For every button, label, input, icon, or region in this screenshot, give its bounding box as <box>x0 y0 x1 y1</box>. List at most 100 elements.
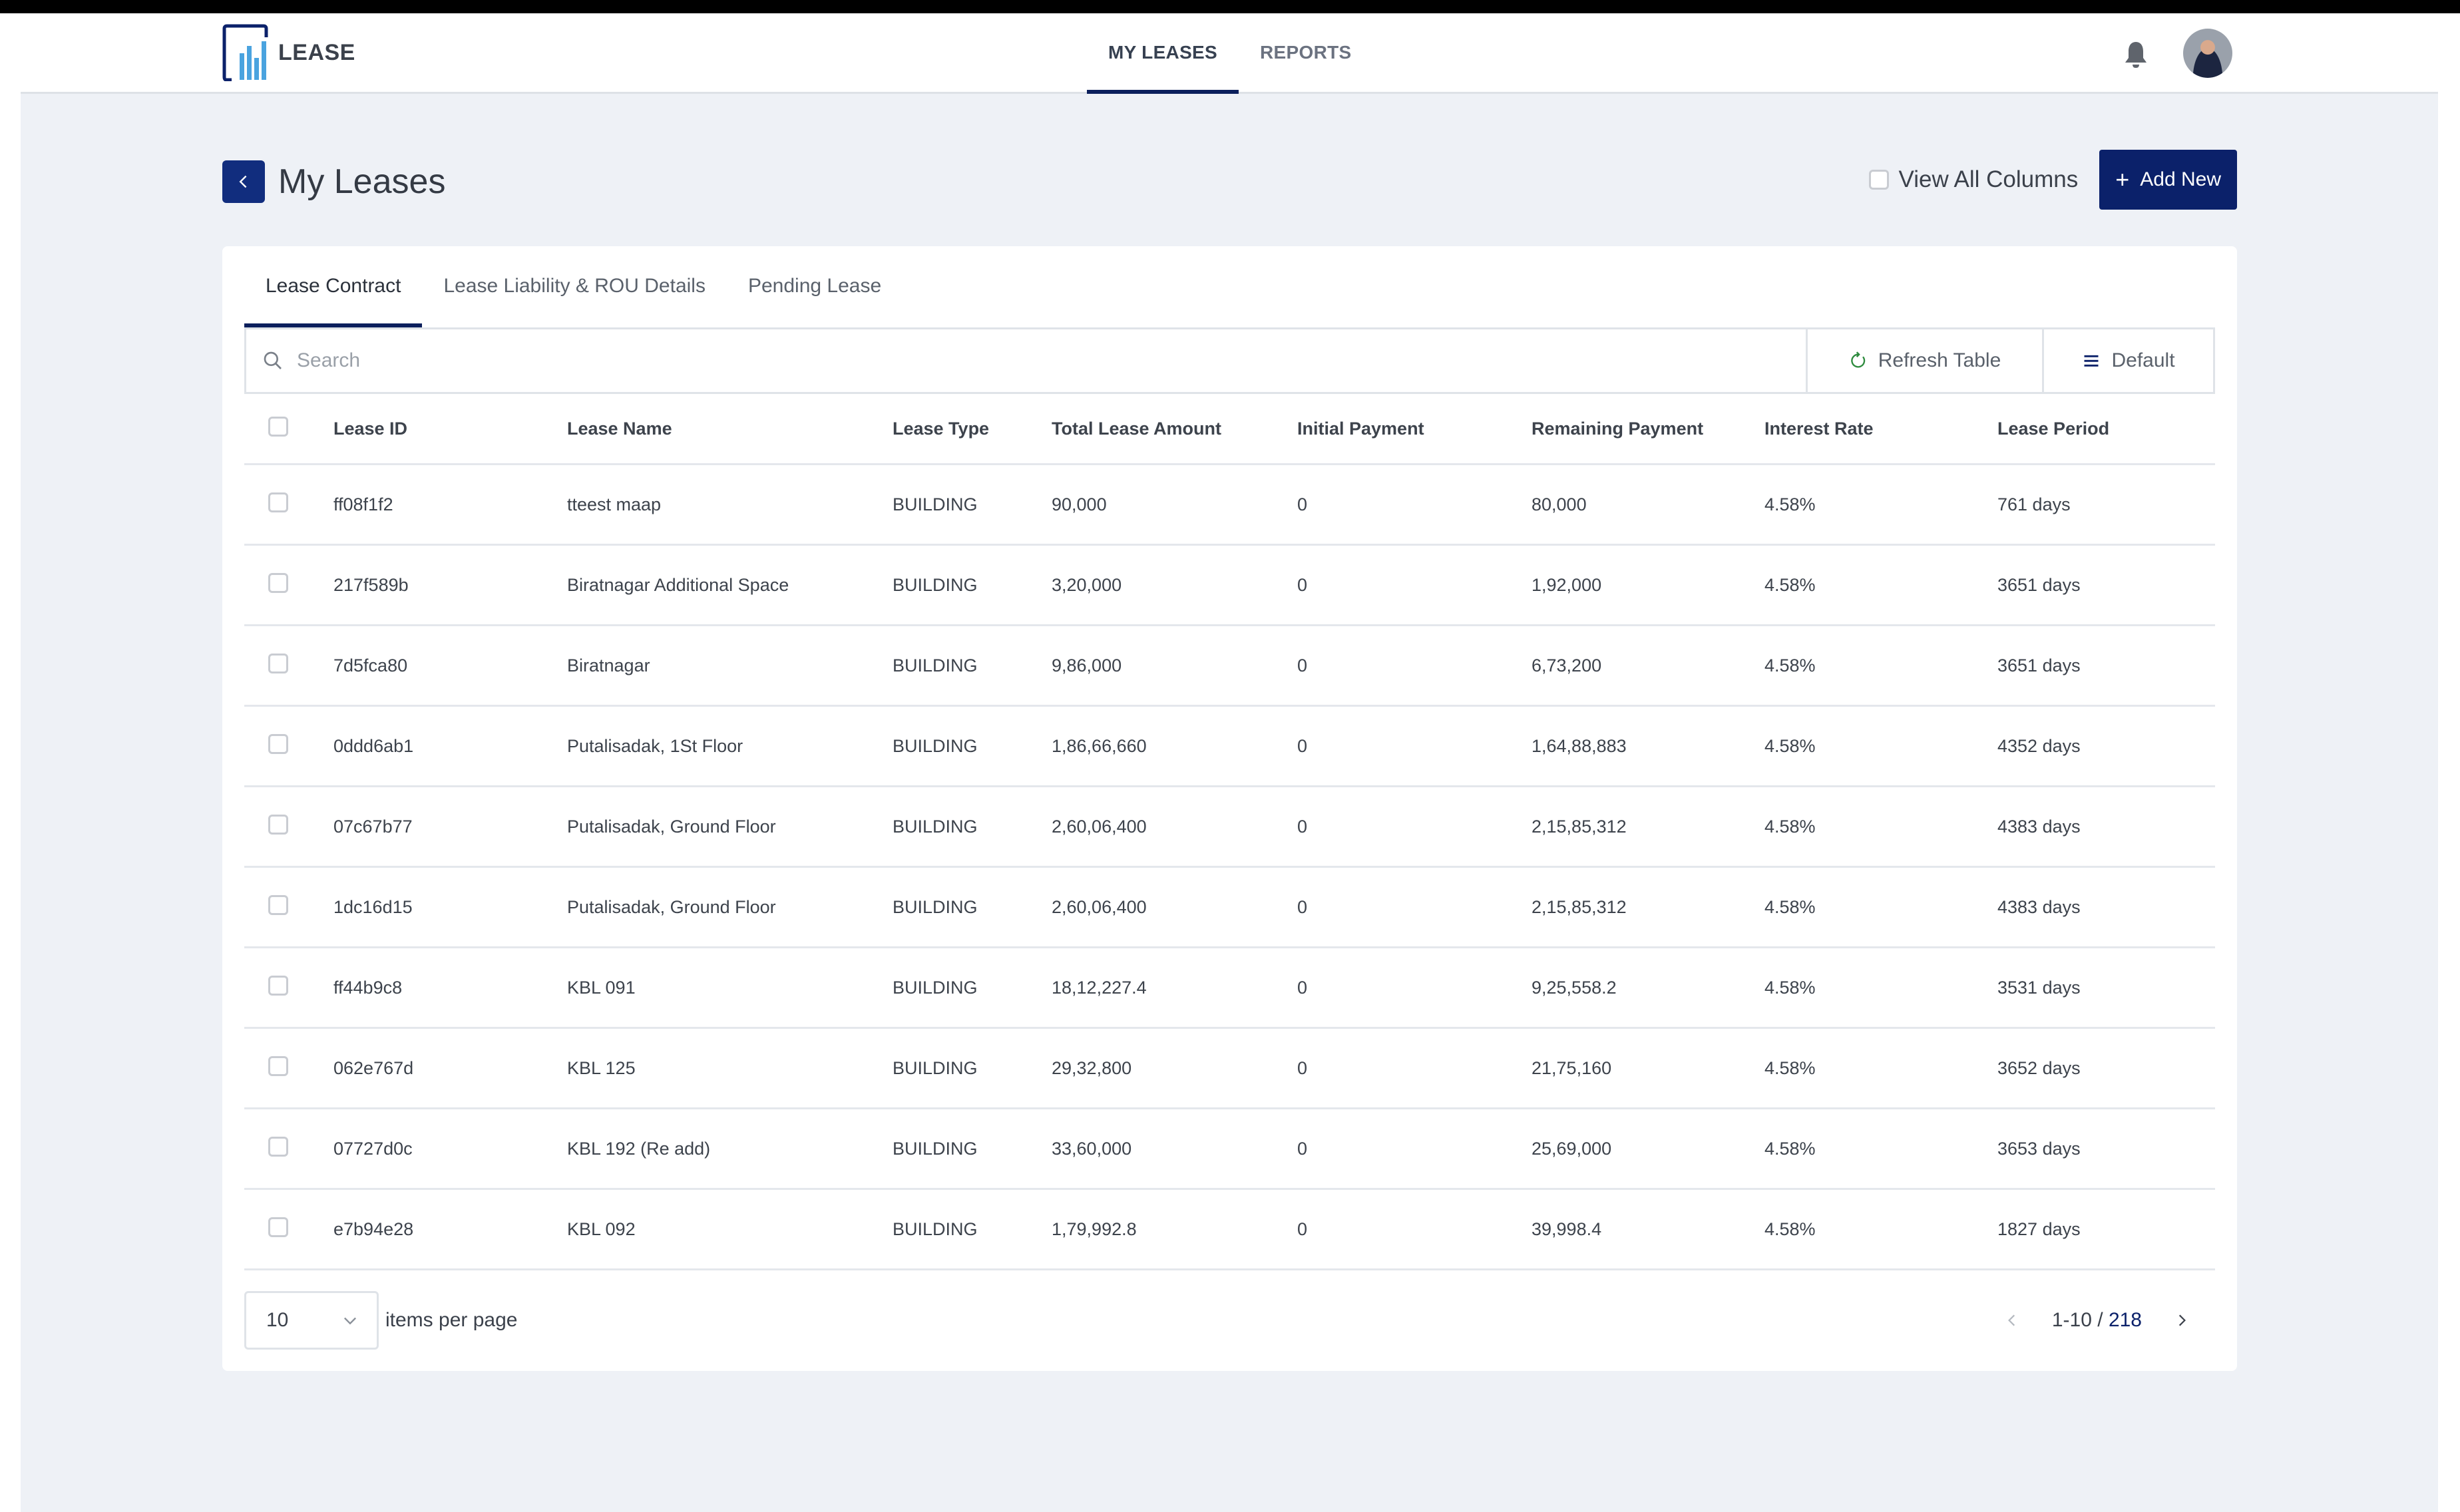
total-count: 218 <box>2108 1309 2142 1331</box>
cell-interest-rate: 4.58% <box>1764 947 1997 1029</box>
cell-lease-type: BUILDING <box>893 1189 1052 1270</box>
tab-lease-liability-rou[interactable]: Lease Liability & ROU Details <box>422 246 727 326</box>
table-row[interactable]: 7d5fca80 Biratnagar BUILDING 9,86,000 0 6,73,… <box>244 625 2215 707</box>
cell-lease-name: KBL 125 <box>567 1028 893 1109</box>
column-header-initial-payment[interactable]: Initial Payment <box>1297 394 1532 465</box>
items-per-page-select[interactable]: 10 <box>244 1291 379 1350</box>
cell-lease-id: 07c67b77 <box>333 786 567 868</box>
view-all-columns-checkbox[interactable] <box>1869 170 1890 190</box>
column-header-lease-type[interactable]: Lease Type <box>893 394 1052 465</box>
table-row[interactable]: e7b94e28 KBL 092 BUILDING 1,79,992.8 0 39,998… <box>244 1189 2215 1270</box>
avatar[interactable] <box>2183 29 2232 78</box>
nav-reports[interactable]: REPORTS <box>1239 13 1372 92</box>
column-header-lease-id[interactable]: Lease ID <box>333 394 567 465</box>
back-button[interactable] <box>222 160 265 203</box>
cell-initial-payment: 0 <box>1297 947 1532 1029</box>
cell-total-lease-amount: 33,60,000 <box>1052 1108 1297 1190</box>
row-checkbox[interactable] <box>268 1217 288 1237</box>
cell-lease-name: KBL 091 <box>567 947 893 1029</box>
row-checkbox[interactable] <box>268 653 288 673</box>
table-row[interactable]: 217f589b Biratnagar Additional Space BUILD… <box>244 544 2215 626</box>
cell-lease-type: BUILDING <box>893 1108 1052 1190</box>
table-row[interactable]: ff08f1f2 tteest maap BUILDING 90,000 0 80,000… <box>244 464 2215 546</box>
row-checkbox[interactable] <box>268 492 288 512</box>
search-input[interactable] <box>296 349 1629 373</box>
cell-initial-payment: 0 <box>1297 786 1532 868</box>
table-row[interactable]: 07c67b77 Putalisadak, Ground Floor BUILDIN… <box>244 786 2215 868</box>
next-page-button[interactable] <box>2168 1313 2195 1328</box>
nav-my-leases[interactable]: MY LEASES <box>1087 13 1239 94</box>
row-checkbox[interactable] <box>268 733 288 754</box>
chevron-right-icon <box>2178 1314 2186 1326</box>
table-row[interactable]: 1dc16d15 Putalisadak, Ground Floor BUILDIN… <box>244 866 2215 948</box>
pagination: 1-10 / 218 <box>1999 1291 2195 1350</box>
cell-lease-type: BUILDING <box>893 947 1052 1029</box>
cell-remaining-payment: 2,15,85,312 <box>1532 866 1764 948</box>
row-checkbox[interactable] <box>268 572 288 593</box>
row-select-cell <box>244 1028 333 1109</box>
cell-lease-period: 3651 days <box>1997 544 2215 626</box>
cell-initial-payment: 0 <box>1297 866 1532 948</box>
chevron-left-icon <box>2007 1314 2015 1326</box>
refresh-icon <box>1850 351 1865 368</box>
cell-total-lease-amount: 3,20,000 <box>1052 544 1297 626</box>
menu-icon <box>2084 355 2099 367</box>
cell-lease-name: Biratnagar <box>567 625 893 707</box>
cell-lease-period: 3651 days <box>1997 625 2215 707</box>
cell-remaining-payment: 1,64,88,883 <box>1532 705 1764 787</box>
cell-lease-type: BUILDING <box>893 625 1052 707</box>
refresh-table-button[interactable]: Refresh Table <box>1808 329 2044 392</box>
row-select-cell <box>244 866 333 948</box>
add-new-button[interactable]: + Add New <box>2099 150 2237 210</box>
cell-interest-rate: 4.58% <box>1764 786 1997 868</box>
table-row[interactable]: 0ddd6ab1 Putalisadak, 1St Floor BUILDING 1,… <box>244 705 2215 787</box>
row-checkbox[interactable] <box>268 1055 288 1076</box>
column-header-lease-period[interactable]: Lease Period <box>1997 394 2215 465</box>
row-select-cell <box>244 544 333 626</box>
table-row[interactable]: ff44b9c8 KBL 091 BUILDING 18,12,227.4 0 9,25,… <box>244 947 2215 1029</box>
row-checkbox[interactable] <box>268 894 288 915</box>
cell-remaining-payment: 25,69,000 <box>1532 1108 1764 1190</box>
logo-icon <box>222 24 268 81</box>
cell-lease-id: 0ddd6ab1 <box>333 705 567 787</box>
cell-lease-type: BUILDING <box>893 786 1052 868</box>
items-per-page-value: 10 <box>266 1309 289 1331</box>
select-all-checkbox[interactable] <box>268 416 288 437</box>
table-row[interactable]: 07727d0c KBL 192 (Re add) BUILDING 33,60,00… <box>244 1108 2215 1190</box>
table-toolbar: Refresh Table Default <box>244 327 2215 394</box>
view-all-columns-label: View All Columns <box>1898 166 2079 192</box>
page-actions: View All Columns + Add New <box>1869 150 2237 210</box>
row-checkbox[interactable] <box>268 814 288 835</box>
column-header-remaining-payment[interactable]: Remaining Payment <box>1532 394 1764 465</box>
cell-interest-rate: 4.58% <box>1764 1028 1997 1109</box>
row-checkbox[interactable] <box>268 1136 288 1157</box>
cell-lease-name: KBL 092 <box>567 1189 893 1270</box>
tab-lease-contract[interactable]: Lease Contract <box>244 246 423 327</box>
column-header-lease-name[interactable]: Lease Name <box>567 394 893 465</box>
column-header-total-lease-amount[interactable]: Total Lease Amount <box>1052 394 1297 465</box>
cell-interest-rate: 4.58% <box>1764 544 1997 626</box>
cell-lease-period: 4352 days <box>1997 705 2215 787</box>
cell-lease-period: 4383 days <box>1997 786 2215 868</box>
cell-initial-payment: 0 <box>1297 1108 1532 1190</box>
bell-icon[interactable] <box>2123 40 2149 69</box>
row-checkbox[interactable] <box>268 975 288 996</box>
page-title: My Leases <box>278 162 446 201</box>
view-preset-button[interactable]: Default <box>2044 329 2213 392</box>
cell-lease-id: 07727d0c <box>333 1108 567 1190</box>
table-row[interactable]: 062e767d KBL 125 BUILDING 29,32,800 0 21,75,1… <box>244 1028 2215 1109</box>
cell-lease-type: BUILDING <box>893 866 1052 948</box>
cell-interest-rate: 4.58% <box>1764 1189 1997 1270</box>
page-range-label: 1-10 / <box>2051 1309 2103 1331</box>
chevron-down-icon <box>344 1317 356 1325</box>
cell-total-lease-amount: 1,86,66,660 <box>1052 705 1297 787</box>
cell-initial-payment: 0 <box>1297 705 1532 787</box>
tab-pending-lease[interactable]: Pending Lease <box>727 246 903 326</box>
app-logo[interactable]: LEASE <box>222 24 355 81</box>
cell-remaining-payment: 80,000 <box>1532 464 1764 546</box>
cell-lease-id: 062e767d <box>333 1028 567 1109</box>
view-all-columns-toggle[interactable]: View All Columns <box>1869 166 2078 193</box>
leases-card: Lease Contract Lease Liability & ROU Det… <box>222 246 2237 1371</box>
column-header-interest-rate[interactable]: Interest Rate <box>1764 394 1997 465</box>
previous-page-button[interactable] <box>1999 1313 2025 1328</box>
